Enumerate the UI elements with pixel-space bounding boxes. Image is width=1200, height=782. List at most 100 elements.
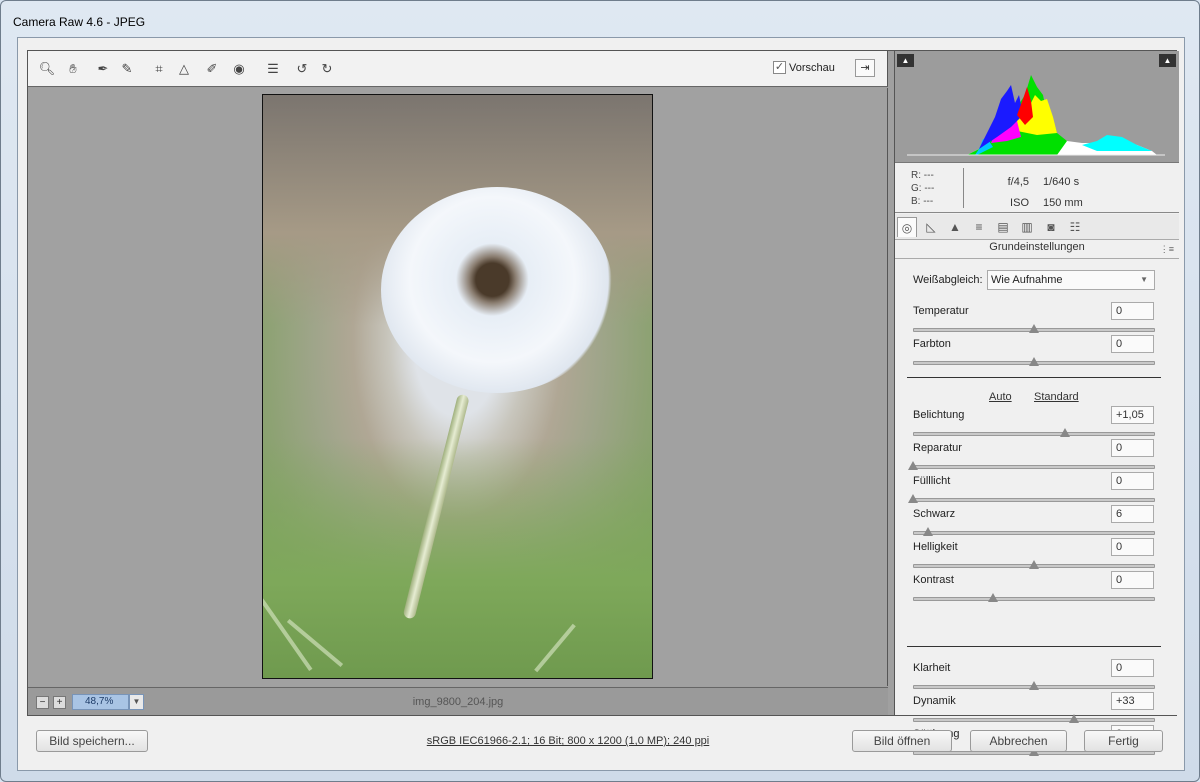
- blacks-label: Schwarz: [913, 508, 956, 520]
- white-balance-icon[interactable]: ✒: [94, 60, 112, 78]
- camera-raw-window: Camera Raw 4.6 - JPEG 🔍︎ ✋︎ ✒ ✎ ⌗ △ ✐ ◉ …: [0, 0, 1200, 782]
- workflow-options-link[interactable]: sRGB IEC61966-2.1; 16 Bit; 800 x 1200 (1…: [318, 735, 818, 747]
- cancel-button[interactable]: Abbrechen: [970, 730, 1067, 752]
- blue-value: B: ---: [911, 196, 934, 207]
- basic-icon[interactable]: ◎: [897, 217, 917, 237]
- zoom-icon[interactable]: 🔍︎: [38, 60, 56, 78]
- divider: [907, 377, 1161, 378]
- color-sampler-icon[interactable]: ✎: [118, 60, 136, 78]
- focal-length: 150 mm: [1043, 197, 1083, 209]
- panel-tabs: ◎ ◺ ▲ ≡ ▤ ▥ ◙ ☷: [895, 214, 1179, 240]
- hsl-icon[interactable]: ≡: [969, 217, 989, 237]
- contrast-label: Kontrast: [913, 574, 954, 586]
- vibrance-slider-row: Dynamik +33: [895, 692, 1179, 728]
- panel-title: Grundeinstellungen: [895, 241, 1179, 259]
- vibrance-label: Dynamik: [913, 695, 956, 707]
- histogram-graph: [907, 75, 1165, 156]
- recovery-slider-thumb[interactable]: [908, 461, 918, 470]
- contrast-slider-thumb[interactable]: [987, 593, 998, 602]
- rotate-right-icon[interactable]: ↻: [318, 60, 336, 78]
- detail-icon[interactable]: ▲: [945, 217, 965, 237]
- photo-dandelion: [262, 94, 653, 679]
- tint-value-field[interactable]: 0: [1111, 335, 1154, 353]
- info-panel: R: --- G: --- B: --- f/4,5 ISO 100 1/640…: [895, 163, 1179, 230]
- tone-curve-icon[interactable]: ◺: [921, 217, 941, 237]
- red-eye-icon[interactable]: ◉: [230, 60, 248, 78]
- preview-checkbox[interactable]: ✓ Vorschau: [773, 61, 835, 74]
- fullscreen-toggle-icon[interactable]: ⇥: [855, 59, 875, 77]
- done-button[interactable]: Fertig: [1084, 730, 1163, 752]
- aperture: f/4,5: [1007, 176, 1029, 188]
- tint-label: Farbton: [913, 338, 951, 350]
- basic-controls: Weißabgleich: Wie Aufnahme ▼ Temperatur 0…: [895, 260, 1179, 756]
- brightness-slider-row: Helligkeit 0: [895, 538, 1179, 574]
- recovery-slider-track[interactable]: [913, 465, 1155, 469]
- white-balance-label: Weißabgleich:: [913, 274, 983, 286]
- white-balance-value: Wie Aufnahme: [991, 274, 1063, 286]
- rotate-left-icon[interactable]: ↺: [293, 60, 311, 78]
- fill-light-slider-track[interactable]: [913, 498, 1155, 502]
- workspace: 🔍︎ ✋︎ ✒ ✎ ⌗ △ ✐ ◉ ☰ ↺ ↻ ✓ Vorschau ⇥ − +…: [27, 50, 1179, 756]
- contrast-value-field[interactable]: 0: [1111, 571, 1154, 589]
- fill-light-slider-thumb[interactable]: [908, 494, 918, 503]
- blacks-slider-thumb[interactable]: [922, 527, 933, 536]
- vibrance-slider-thumb[interactable]: [1068, 714, 1079, 723]
- retouch-icon[interactable]: ✐: [203, 60, 221, 78]
- white-balance-select[interactable]: Wie Aufnahme ▼: [987, 270, 1155, 290]
- vibrance-slider-track[interactable]: [913, 718, 1155, 722]
- camera-calibration-icon[interactable]: ◙: [1041, 217, 1061, 237]
- toolbar: 🔍︎ ✋︎ ✒ ✎ ⌗ △ ✐ ◉ ☰ ↺ ↻ ✓ Vorschau ⇥: [28, 51, 888, 87]
- file-name: img_9800_204.jpg: [412, 696, 504, 708]
- temperature-value-field[interactable]: 0: [1111, 302, 1154, 320]
- divider: [907, 646, 1161, 647]
- status-bar: − + 48,7% ▼ img_9800_204.jpg: [28, 687, 888, 715]
- clarity-value-field[interactable]: 0: [1111, 659, 1154, 677]
- shutter-speed: 1/640 s: [1043, 176, 1080, 188]
- temperature-slider-row: Temperatur 0: [895, 302, 1179, 338]
- standard-button[interactable]: Standard: [1034, 391, 1079, 403]
- panel-menu-icon[interactable]: ⋮≡: [1160, 244, 1174, 255]
- exposure-slider-thumb[interactable]: [1060, 428, 1071, 437]
- blacks-value-field[interactable]: 6: [1111, 505, 1154, 523]
- info-divider: [963, 168, 964, 208]
- temperature-slider-thumb[interactable]: [1029, 324, 1039, 333]
- image-canvas[interactable]: [28, 88, 888, 686]
- tint-slider-row: Farbton 0: [895, 335, 1179, 371]
- hand-icon[interactable]: ✋︎: [64, 60, 82, 78]
- exposure-slider-track[interactable]: [913, 432, 1155, 436]
- auto-button[interactable]: Auto: [989, 391, 1012, 403]
- vibrance-value-field[interactable]: +33: [1111, 692, 1154, 710]
- dialog-frame: 🔍︎ ✋︎ ✒ ✎ ⌗ △ ✐ ◉ ☰ ↺ ↻ ✓ Vorschau ⇥ − +…: [17, 37, 1185, 771]
- photo-background-grass: [263, 438, 652, 678]
- straighten-icon[interactable]: △: [175, 60, 193, 78]
- checkmark-icon: ✓: [773, 61, 786, 74]
- tint-slider-thumb[interactable]: [1029, 357, 1039, 366]
- exposure-slider-row: Belichtung +1,05: [895, 406, 1179, 442]
- blacks-slider-track[interactable]: [913, 531, 1155, 535]
- save-image-button[interactable]: Bild speichern...: [36, 730, 148, 752]
- exposure-value-field[interactable]: +1,05: [1111, 406, 1154, 424]
- window-title: Camera Raw 4.6 - JPEG: [13, 15, 146, 29]
- clarity-slider-thumb[interactable]: [1029, 681, 1039, 690]
- fill-light-value-field[interactable]: 0: [1111, 472, 1154, 490]
- presets-icon[interactable]: ☷: [1065, 217, 1085, 237]
- crop-icon[interactable]: ⌗: [150, 60, 168, 78]
- brightness-label: Helligkeit: [913, 541, 958, 553]
- recovery-value-field[interactable]: 0: [1111, 439, 1154, 457]
- split-toning-icon[interactable]: ▤: [993, 217, 1013, 237]
- contrast-slider-track[interactable]: [913, 597, 1155, 601]
- title-bar: Camera Raw 4.6 - JPEG: [1, 1, 1199, 37]
- brightness-value-field[interactable]: 0: [1111, 538, 1154, 556]
- open-image-button[interactable]: Bild öffnen: [852, 730, 952, 752]
- blacks-slider-row: Schwarz 6: [895, 505, 1179, 541]
- contrast-slider-row: Kontrast 0: [895, 571, 1179, 607]
- lens-icon[interactable]: ▥: [1017, 217, 1037, 237]
- preferences-icon[interactable]: ☰: [264, 60, 282, 78]
- histogram: ▲ ▲: [895, 51, 1179, 163]
- recovery-label: Reparatur: [913, 442, 962, 454]
- green-value: G: ---: [911, 183, 935, 194]
- red-value: R: ---: [911, 170, 934, 181]
- right-panel: ▲ ▲ R: --- G: --- B: --- f/4,5 ISO 1/640…: [894, 51, 1179, 756]
- brightness-slider-thumb[interactable]: [1029, 560, 1039, 569]
- footer: Bild speichern... sRGB IEC61966-2.1; 16 …: [18, 728, 1186, 758]
